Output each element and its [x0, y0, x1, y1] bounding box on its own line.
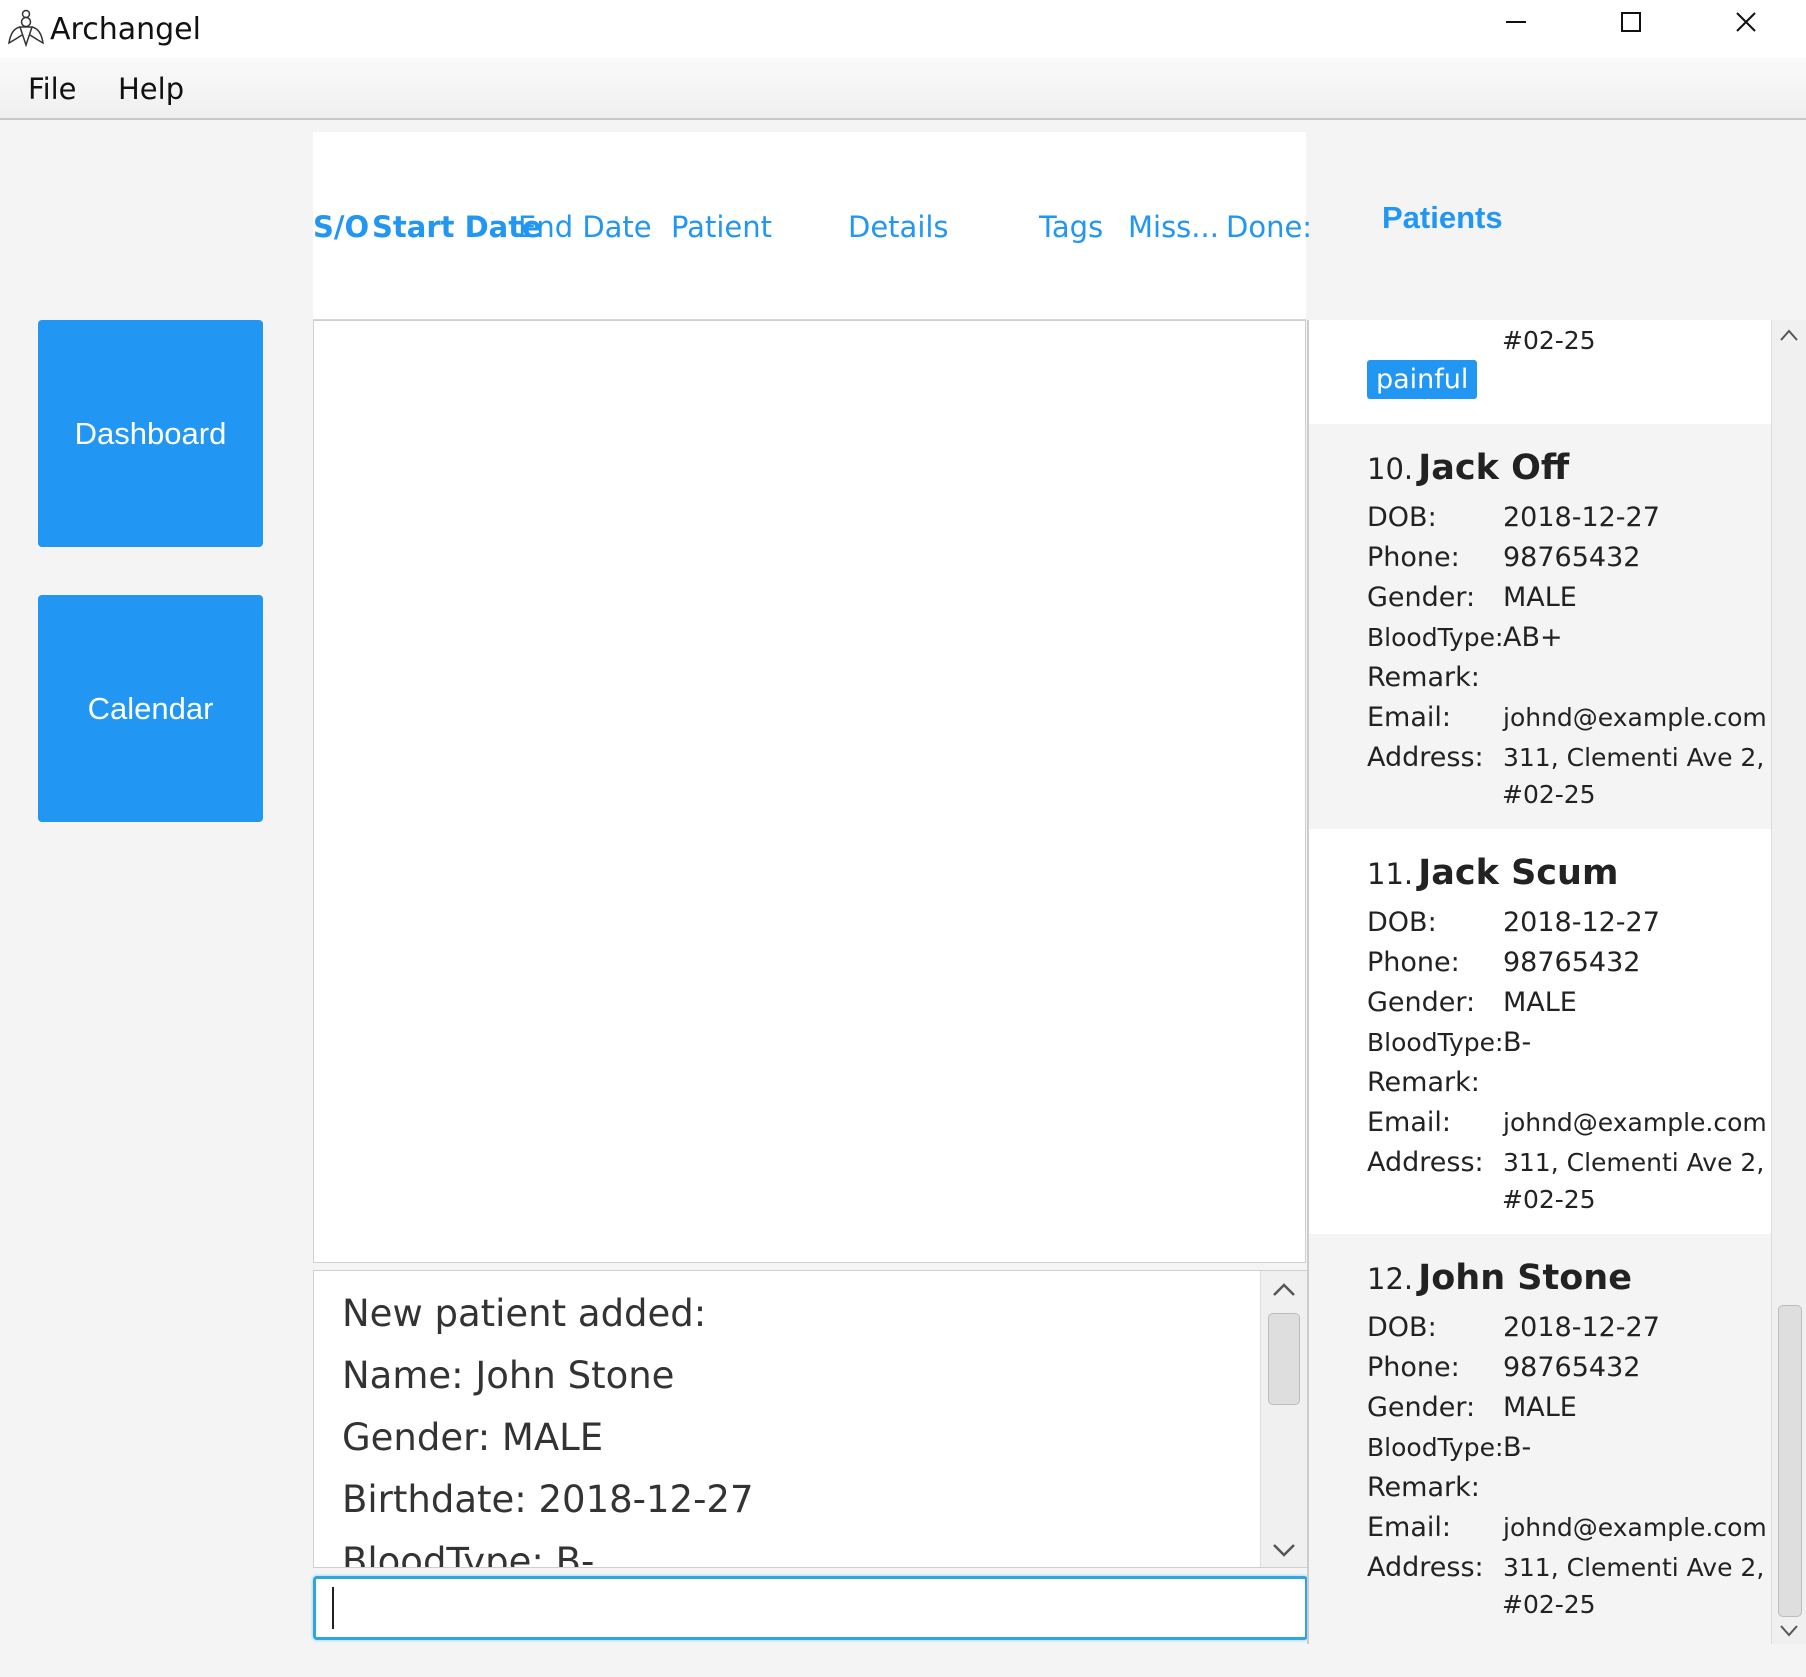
- patient-address: 311, Clementi Ave 2,: [1503, 743, 1765, 772]
- result-scroll-thumb[interactable]: [1268, 1313, 1300, 1405]
- patient-card[interactable]: 10. Jack Off DOB: 2018-12-27 Phone: 987654…: [1309, 424, 1772, 829]
- patient-bloodtype: AB+: [1503, 622, 1563, 653]
- gender-label: Gender:: [1367, 1392, 1476, 1423]
- patient-email: johnd@example.com: [1503, 703, 1767, 732]
- address-label: Address:: [1367, 1552, 1484, 1583]
- patient-name: Jack Off: [1418, 448, 1570, 488]
- patient-gender: MALE: [1503, 987, 1577, 1018]
- bloodtype-label: BloodType:: [1367, 1028, 1504, 1057]
- close-button[interactable]: [1688, 0, 1804, 44]
- minimize-button[interactable]: [1458, 0, 1574, 44]
- patient-card-partial[interactable]: #02-25 painful: [1309, 320, 1772, 424]
- patient-name: John Stone: [1418, 1258, 1632, 1298]
- patient-gender: MALE: [1503, 1392, 1577, 1423]
- result-line: BloodType: B-: [342, 1540, 595, 1568]
- patient-address-line2: #02-25: [1502, 1185, 1596, 1214]
- column-header-start-date[interactable]: Start Date: [372, 210, 542, 244]
- scroll-up-icon[interactable]: [1272, 1281, 1296, 1297]
- patient-address-line2: #02-25: [1502, 326, 1596, 355]
- patient-card[interactable]: 11. Jack Scum DOB: 2018-12-27 Phone: 98765…: [1309, 829, 1772, 1234]
- patient-index: 11.: [1367, 857, 1414, 891]
- column-header-details[interactable]: Details: [848, 210, 949, 244]
- title-bar: Archangel: [0, 0, 1806, 58]
- patient-gender: MALE: [1503, 582, 1577, 613]
- close-icon: [1736, 12, 1756, 32]
- patients-title: Patients: [1382, 200, 1503, 235]
- email-label: Email:: [1367, 1512, 1452, 1543]
- column-header-end-date[interactable]: End Date: [518, 210, 652, 244]
- text-caret: [332, 1587, 334, 1629]
- gender-label: Gender:: [1367, 582, 1476, 613]
- email-label: Email:: [1367, 1107, 1452, 1138]
- phone-label: Phone:: [1367, 542, 1460, 573]
- patient-address: 311, Clementi Ave 2,: [1503, 1148, 1765, 1177]
- patient-phone: 98765432: [1503, 947, 1641, 978]
- patient-list[interactable]: #02-25 painful 10. Jack Off DOB: 2018-12-…: [1307, 320, 1773, 1644]
- phone-label: Phone:: [1367, 947, 1460, 978]
- result-line: Gender: MALE: [342, 1416, 604, 1459]
- angel-icon: [8, 9, 44, 48]
- window-title: Archangel: [50, 11, 201, 47]
- calendar-button[interactable]: Calendar: [38, 595, 263, 822]
- address-label: Address:: [1367, 742, 1484, 773]
- bloodtype-label: BloodType:: [1367, 1433, 1504, 1462]
- command-input[interactable]: [313, 1576, 1308, 1640]
- address-label: Address:: [1367, 1147, 1484, 1178]
- patient-name: Jack Scum: [1418, 853, 1619, 893]
- patient-bloodtype: B-: [1503, 1432, 1532, 1463]
- result-line: Birthdate: 2018-12-27: [342, 1478, 754, 1521]
- dob-label: DOB:: [1367, 1312, 1437, 1343]
- maximize-button[interactable]: [1573, 0, 1689, 44]
- maximize-icon: [1621, 12, 1641, 32]
- column-header-missed[interactable]: Miss...: [1128, 210, 1219, 244]
- appointment-table-body[interactable]: [313, 320, 1306, 1263]
- phone-label: Phone:: [1367, 1352, 1460, 1383]
- result-line: New patient added:: [342, 1292, 707, 1335]
- patient-bloodtype: B-: [1503, 1027, 1532, 1058]
- bloodtype-label: BloodType:: [1367, 623, 1504, 652]
- patient-scroll-thumb[interactable]: [1778, 1305, 1802, 1617]
- column-header-done[interactable]: Done:: [1226, 210, 1312, 244]
- appointment-table-header: S/O Start Date End Date Patient Details …: [313, 132, 1312, 321]
- patient-dob: 2018-12-27: [1503, 502, 1660, 533]
- patient-address: 311, Clementi Ave 2,: [1503, 1553, 1765, 1582]
- patient-dob: 2018-12-27: [1503, 1312, 1660, 1343]
- patient-dob: 2018-12-27: [1503, 907, 1660, 938]
- gender-label: Gender:: [1367, 987, 1476, 1018]
- tag-badge: painful: [1367, 360, 1478, 399]
- scroll-down-icon[interactable]: [1779, 1624, 1799, 1638]
- patient-email: johnd@example.com: [1503, 1513, 1767, 1542]
- result-line: Name: John Stone: [342, 1354, 675, 1397]
- menu-help[interactable]: Help: [118, 72, 184, 106]
- dashboard-button[interactable]: Dashboard: [38, 320, 263, 547]
- minimize-icon: [1506, 21, 1526, 23]
- result-scrollbar[interactable]: [1260, 1271, 1307, 1567]
- dob-label: DOB:: [1367, 502, 1437, 533]
- menu-file[interactable]: File: [28, 72, 77, 106]
- patient-phone: 98765432: [1503, 542, 1641, 573]
- remark-label: Remark:: [1367, 1067, 1480, 1098]
- patient-index: 10.: [1367, 452, 1414, 486]
- patient-address-line2: #02-25: [1502, 1590, 1596, 1619]
- patient-phone: 98765432: [1503, 1352, 1641, 1383]
- result-display[interactable]: New patient added: Name: John Stone Gend…: [313, 1270, 1308, 1568]
- patient-card[interactable]: 12. John Stone DOB: 2018-12-27 Phone: 9876…: [1309, 1234, 1772, 1644]
- patient-address-line2: #02-25: [1502, 780, 1596, 809]
- dob-label: DOB:: [1367, 907, 1437, 938]
- column-header-patient[interactable]: Patient: [671, 210, 772, 244]
- menu-bar: File Help: [0, 58, 1806, 120]
- remark-label: Remark:: [1367, 662, 1480, 693]
- column-header-so[interactable]: S/O: [313, 210, 369, 244]
- email-label: Email:: [1367, 702, 1452, 733]
- patient-email: johnd@example.com: [1503, 1108, 1767, 1137]
- column-header-tags[interactable]: Tags: [1039, 210, 1103, 244]
- scroll-up-icon[interactable]: [1779, 328, 1799, 342]
- patient-list-scrollbar[interactable]: [1771, 320, 1806, 1644]
- remark-label: Remark:: [1367, 1472, 1480, 1503]
- scroll-down-icon[interactable]: [1272, 1543, 1296, 1559]
- patient-index: 12.: [1367, 1262, 1414, 1296]
